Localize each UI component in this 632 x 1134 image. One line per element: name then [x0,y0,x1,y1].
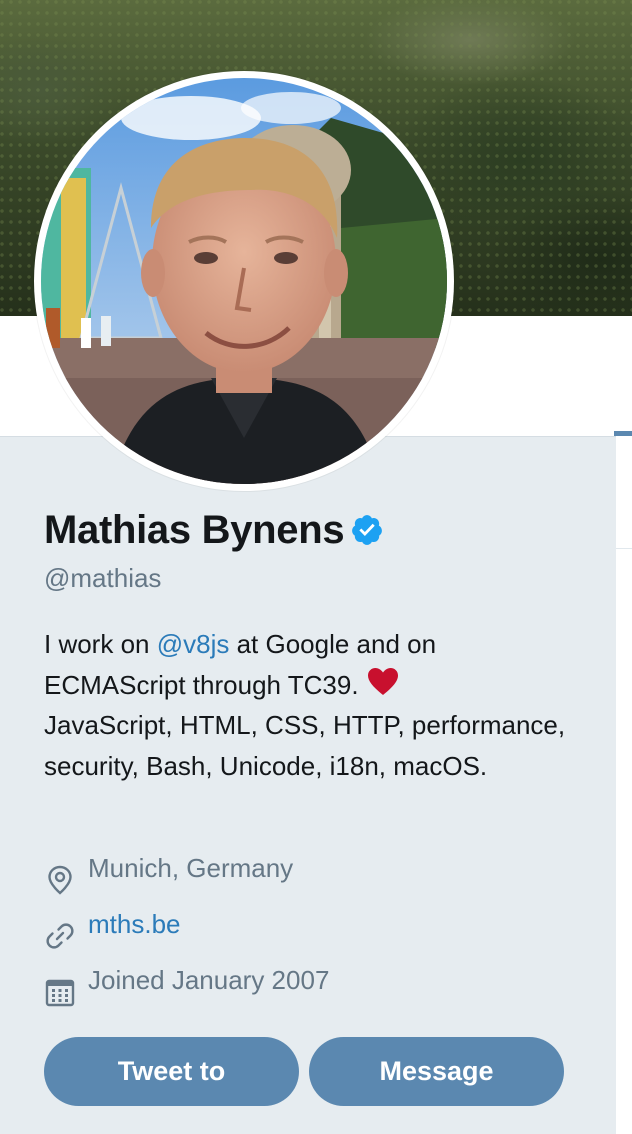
red-heart-emoji-icon [367,667,399,697]
profile-website-link[interactable]: mths.be [88,908,181,940]
location-pin-icon [44,864,80,900]
profile-name[interactable]: Mathias Bynens [44,508,345,553]
profile-joined-date: Joined January 2007 [88,965,330,995]
link-icon [44,920,80,956]
avatar-photo [41,78,447,484]
profile-handle[interactable]: @mathias [44,563,161,594]
profile-joined-row: Joined January 2007 [44,964,330,1007]
bio-text: I work on [44,629,157,659]
profile-name-row: Mathias Bynens [44,504,384,556]
profile-bio: I work on @v8js at Google and on ECMAScr… [44,624,584,786]
message-button[interactable]: Message [309,1037,564,1106]
calendar-icon [44,976,80,1012]
verified-badge-icon [350,513,384,547]
profile-location-row: Munich, Germany [44,852,294,895]
profile-avatar[interactable] [34,71,454,491]
divider [616,548,632,549]
bio-text-line-2: JavaScript, HTML, CSS, HTTP, performance… [44,710,566,781]
profile-location: Munich, Germany [88,853,294,883]
bio-mention-link[interactable]: @v8js [157,629,230,659]
profile-website-row: mths.be [44,908,181,949]
active-tab-indicator [614,431,632,436]
tweet-to-button[interactable]: Tweet to [44,1037,299,1106]
